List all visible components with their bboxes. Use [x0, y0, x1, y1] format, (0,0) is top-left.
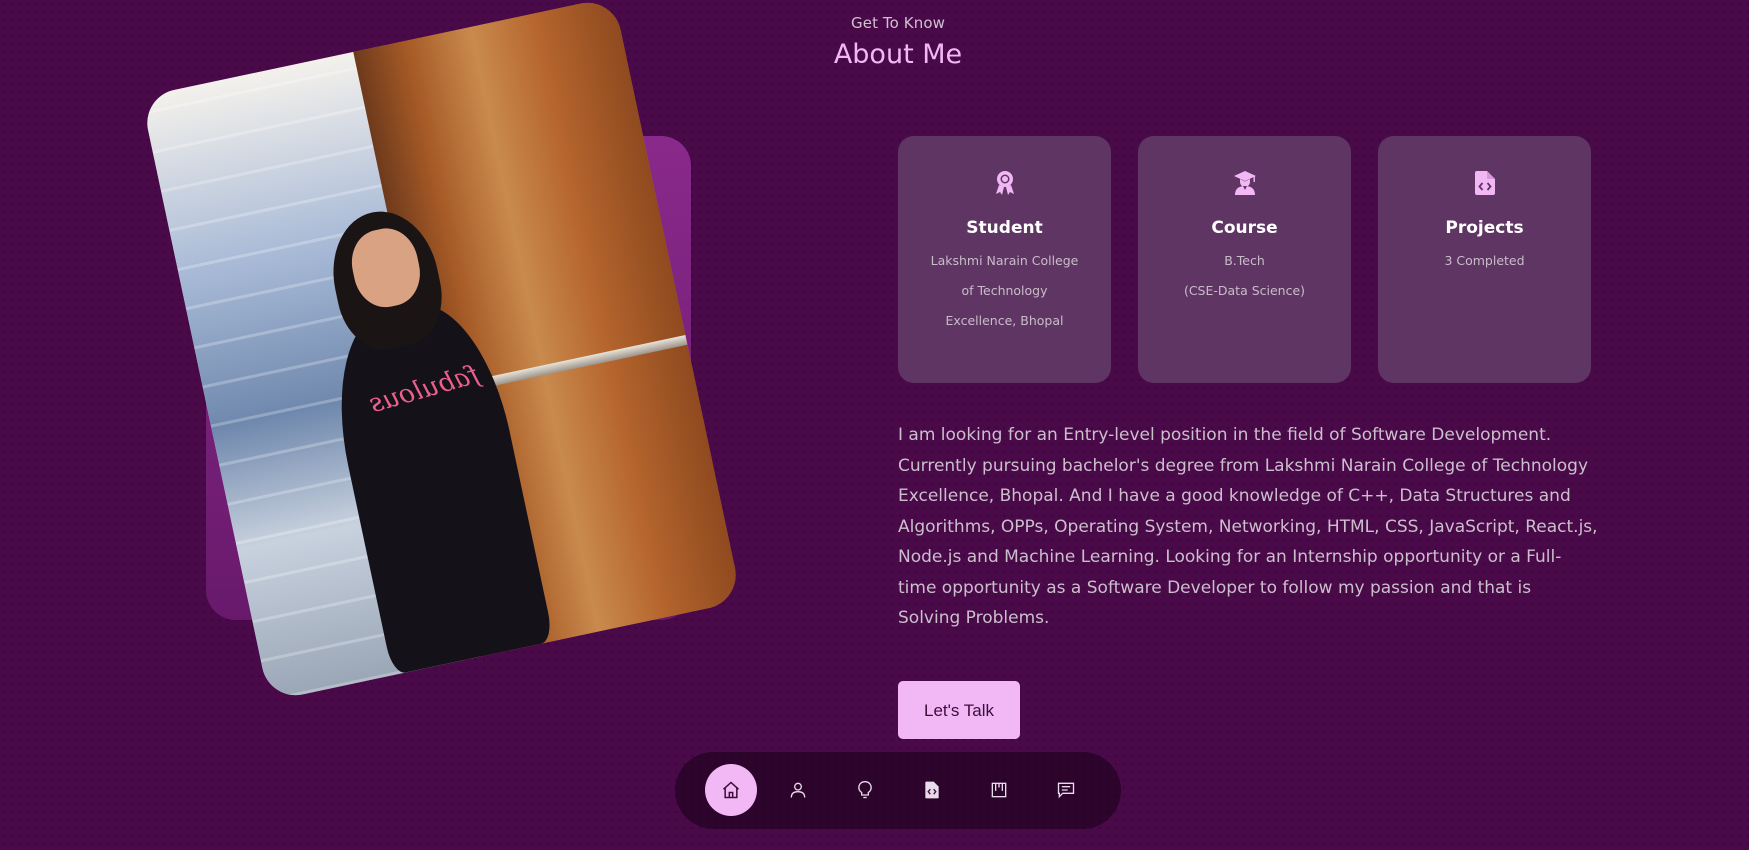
card-line: 3 Completed: [1444, 253, 1525, 268]
bottom-nav: [675, 752, 1121, 829]
card-student: Student Lakshmi Narain College of Techno…: [898, 136, 1111, 383]
award-icon: [995, 171, 1014, 195]
card-line: (CSE-Data Science): [1183, 283, 1306, 298]
nav-portfolio-button[interactable]: [973, 764, 1025, 816]
nav-projects-button[interactable]: [906, 764, 958, 816]
section-subtitle: Get To Know: [851, 14, 945, 32]
card-title: Projects: [1445, 218, 1524, 238]
section-header: Get To Know About Me: [0, 14, 1749, 70]
home-icon: [723, 781, 739, 799]
card-line: Excellence, Bhopal: [945, 313, 1064, 328]
nav-home-button[interactable]: [705, 764, 757, 816]
lightbulb-icon: [858, 781, 872, 799]
section-title: About Me: [833, 39, 963, 70]
nav-skills-button[interactable]: [839, 764, 891, 816]
card-projects: Projects 3 Completed: [1378, 136, 1591, 383]
code-file-icon: [1474, 171, 1495, 195]
card-course: Course B.Tech (CSE-Data Science): [1138, 136, 1351, 383]
message-icon: [1057, 782, 1075, 799]
card-details: 3 Completed: [1378, 246, 1591, 276]
card-line: B.Tech: [1224, 253, 1265, 268]
lets-talk-button[interactable]: Let's Talk: [898, 681, 1020, 739]
user-icon: [790, 782, 806, 798]
card-title: Course: [1211, 218, 1278, 238]
card-details: B.Tech (CSE-Data Science): [1138, 246, 1351, 306]
code-file-icon: [925, 781, 939, 799]
card-line: of Technology: [961, 283, 1048, 298]
nav-about-button[interactable]: [772, 764, 824, 816]
card-line: Lakshmi Narain College: [930, 253, 1079, 268]
card-title: Student: [966, 218, 1043, 238]
bio-paragraph: I am looking for an Entry-level position…: [898, 425, 1598, 628]
graduate-icon: [1233, 171, 1256, 195]
card-details: Lakshmi Narain College of Technology Exc…: [898, 246, 1111, 336]
nav-contact-button[interactable]: [1040, 764, 1092, 816]
portfolio-icon: [991, 782, 1007, 798]
